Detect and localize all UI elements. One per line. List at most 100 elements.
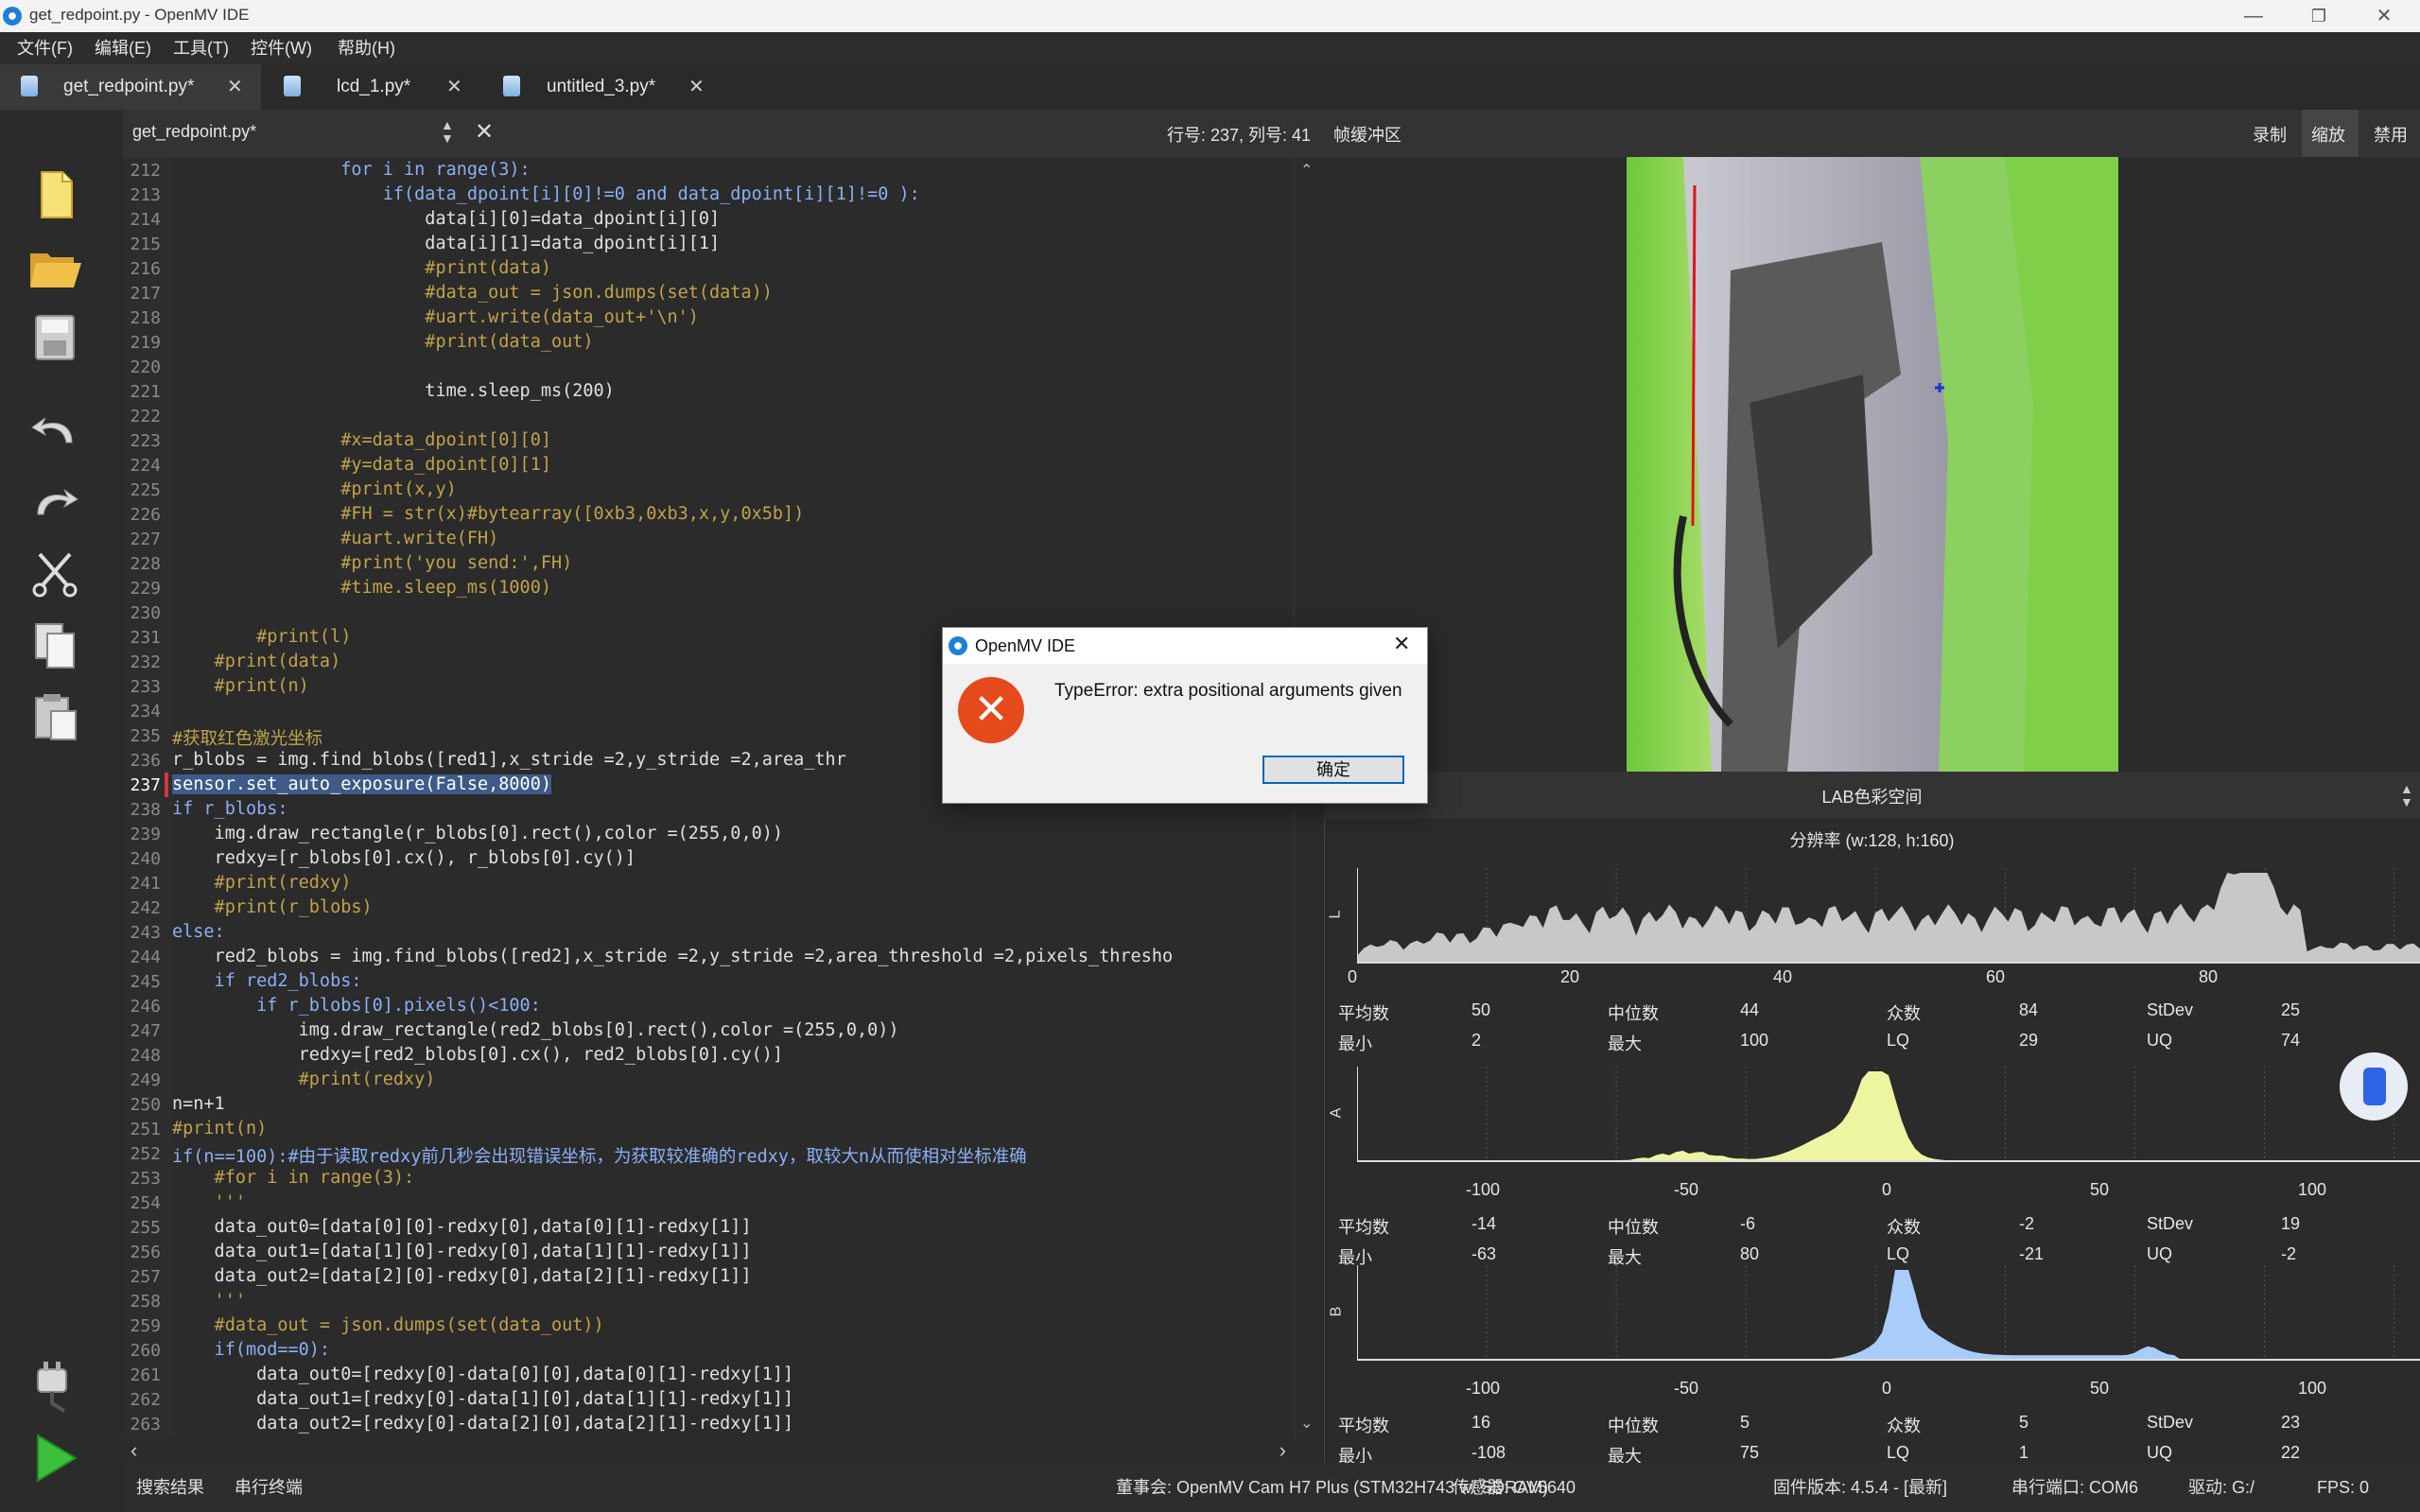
stat-stdev: 23 (2281, 1413, 2301, 1432)
menu-file[interactable]: 文件(F) (17, 32, 73, 64)
serial-terminal-tab[interactable]: 串行终端 (235, 1463, 303, 1512)
restore-icon[interactable]: ❐ (2289, 0, 2348, 32)
editor-file-selector[interactable]: get_redpoint.py* (132, 122, 256, 142)
new-file-icon[interactable] (26, 166, 83, 223)
line-number: 217 (130, 284, 161, 304)
code-line: data[i][0]=data_dpoint[i][0] (172, 209, 721, 229)
stat-median-label: 中位数 (1608, 1218, 1659, 1237)
disable-button[interactable]: 禁用 (2374, 122, 2408, 147)
window-title: get_redpoint.py - OpenMV IDE (29, 6, 250, 24)
record-button[interactable]: 录制 (2253, 122, 2287, 147)
line-number: 245 (130, 972, 161, 992)
minimize-icon[interactable]: — (2224, 0, 2283, 32)
line-number: 229 (130, 579, 161, 599)
code-line: if(data_dpoint[i][0]!=0 and data_dpoint[… (172, 184, 920, 204)
menu-help[interactable]: 帮助(H) (338, 32, 395, 64)
ok-button[interactable]: 确定 (1262, 756, 1404, 784)
code-line: #print(data) (172, 652, 341, 671)
tab-close-icon[interactable]: ✕ (446, 64, 462, 110)
code-line: redxy=[r_blobs[0].cx(), r_blobs[0].cy()] (172, 848, 636, 868)
dialog-close-icon[interactable]: ✕ (1393, 632, 1410, 656)
firmware-info[interactable]: 固件版本: 4.5.4 - [最新] (1773, 1463, 1947, 1512)
tab-untitled-3[interactable]: untitled_3.py* ✕ (471, 64, 717, 110)
file-select-arrows-icon[interactable]: ▲ ▼ (441, 118, 454, 145)
code-line: for i in range(3): (172, 160, 531, 180)
search-results-tab[interactable]: 搜索结果 (136, 1463, 204, 1512)
serial-port-info[interactable]: 串行端口: COM6 (2011, 1463, 2138, 1512)
stat-median: 5 (1740, 1413, 1750, 1432)
copy-icon[interactable] (26, 617, 83, 673)
line-number: 263 (130, 1415, 161, 1434)
line-number: 261 (130, 1365, 161, 1385)
tab-close-icon[interactable]: ✕ (227, 64, 243, 110)
paste-icon[interactable] (26, 688, 83, 745)
dialog-title-bar: OpenMV IDE ✕ (943, 628, 1427, 664)
connect-icon[interactable] (26, 1358, 83, 1415)
histogram-area (1357, 1071, 2420, 1161)
save-icon[interactable] (26, 310, 83, 367)
cut-icon[interactable] (26, 545, 83, 601)
sensor-info: 传感器: OV5640 (1453, 1478, 1576, 1497)
line-number: 232 (130, 652, 161, 672)
menu-widgets[interactable]: 控件(W) (251, 32, 312, 64)
frame-buffer-header: 帧缓冲区 录制 缩放 禁用 (1324, 110, 2420, 157)
stat-mean: -14 (1471, 1214, 1497, 1233)
scroll-up-icon[interactable]: ⌃ (1300, 161, 1313, 180)
line-number: 225 (130, 480, 161, 500)
color-space-selector[interactable]: LAB色彩空间 (1324, 784, 2420, 808)
stat-median: -6 (1740, 1214, 1756, 1233)
fps-info: FPS: 0 (2317, 1478, 2370, 1497)
current-line-marker (165, 773, 168, 797)
line-number: 226 (130, 505, 161, 525)
stat-max-label: 最大 (1608, 1034, 1642, 1053)
scroll-right-icon[interactable]: › (1280, 1438, 1286, 1463)
menu-edit[interactable]: 编辑(E) (95, 32, 151, 64)
axis-tick-label: 20 (1560, 967, 1580, 986)
tab-close-icon[interactable]: ✕ (688, 64, 705, 110)
code-line: img.draw_rectangle(r_blobs[0].rect(),col… (172, 824, 784, 843)
histogram-channel-a: A -100 -50 0 50 100 平均数 -14 中位数 -6 众数 -2 StDev 19 最小 -6… (1324, 1057, 2420, 1267)
title-bar: get_redpoint.py - OpenMV IDE — ❐ ✕ (0, 0, 2420, 32)
open-folder-icon[interactable] (26, 238, 83, 295)
scroll-left-icon[interactable]: ‹ (131, 1438, 137, 1463)
stat-lq-label: LQ (1887, 1443, 1910, 1462)
code-line: #print(data) (172, 258, 551, 278)
axis-tick-label: 0 (1882, 1379, 1892, 1398)
line-number: 249 (130, 1070, 161, 1090)
code-line: time.sleep_ms(200) (172, 381, 615, 401)
line-number: 235 (130, 726, 161, 746)
menu-tools[interactable]: 工具(T) (173, 32, 229, 64)
code-line: #获取红色激光坐标 (172, 729, 323, 749)
tab-label: lcd_1.py* (337, 77, 411, 96)
horizontal-scrollbar[interactable]: ‹ › (123, 1438, 1294, 1463)
redo-icon[interactable] (26, 473, 83, 530)
stat-mean: 16 (1471, 1413, 1491, 1432)
stat-max: 75 (1740, 1443, 1760, 1462)
histogram-area (1357, 1270, 2420, 1360)
dialog-message: TypeError: extra positional arguments gi… (1054, 681, 1402, 701)
line-number: 212 (130, 161, 161, 181)
color-space-arrows-icon[interactable]: ▲ ▼ (2400, 782, 2413, 808)
line-number: 246 (130, 997, 161, 1017)
histogram-panel: L 0 20 40 60 80 平均数 50 中位数 44 众数 84 StDev 25 最小 2 最大 100 L… (1324, 851, 2420, 1466)
tab-get-redpoint[interactable]: get_redpoint.py* ✕ (0, 64, 261, 110)
stat-mean-label: 平均数 (1338, 1416, 1389, 1435)
zoom-button[interactable]: 缩放 (2311, 122, 2345, 147)
scroll-down-icon[interactable]: ⌄ (1300, 1414, 1313, 1433)
undo-icon[interactable] (26, 401, 83, 458)
stat-mean-label: 平均数 (1338, 1218, 1389, 1237)
run-icon[interactable] (26, 1430, 83, 1486)
histogram-channel-b: B -100 -50 0 50 100 平均数 16 中位数 5 众数 5 StDev 23 最小 -108 最… (1324, 1256, 2420, 1466)
close-window-icon[interactable]: ✕ (2355, 0, 2413, 32)
channel-label: L (1327, 910, 1344, 919)
stat-mean-label: 平均数 (1338, 1004, 1389, 1023)
tab-lcd-1[interactable]: lcd_1.py* ✕ (261, 64, 471, 110)
status-bar: 搜索结果 串行终端 董事会: OpenMV Cam H7 Plus (STM32… (123, 1463, 2420, 1512)
code-line: #print('you send:',FH) (172, 553, 573, 573)
stat-uq: 74 (2281, 1031, 2301, 1050)
drive-info[interactable]: 驱动: G:/ (2188, 1463, 2255, 1512)
line-number: 257 (130, 1267, 161, 1287)
close-editor-icon[interactable]: ✕ (475, 118, 494, 146)
usb-floating-button[interactable] (2340, 1052, 2408, 1121)
axis-tick-label: 0 (1882, 1180, 1892, 1199)
